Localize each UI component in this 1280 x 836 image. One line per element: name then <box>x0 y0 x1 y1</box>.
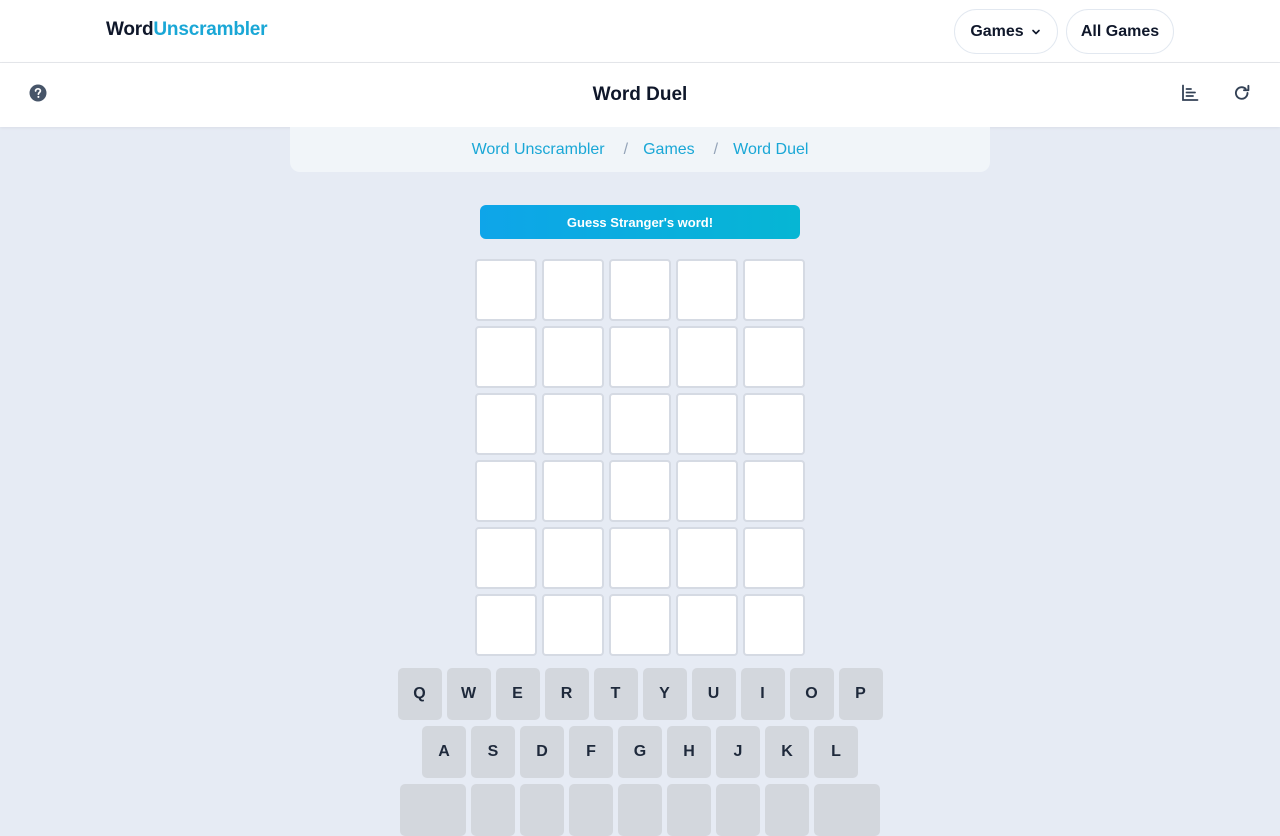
board-tile <box>609 393 671 455</box>
guess-board <box>475 259 806 656</box>
board-tile <box>475 393 537 455</box>
key-j[interactable]: J <box>716 726 760 778</box>
key-g[interactable]: G <box>618 726 662 778</box>
logo-word: Word <box>106 19 154 40</box>
site-header: WordUnscrambler Games All Games <box>0 0 1280 63</box>
keyboard-key[interactable] <box>667 784 711 836</box>
board-tile <box>609 259 671 321</box>
chevron-down-icon <box>1030 26 1042 38</box>
key-d[interactable]: D <box>520 726 564 778</box>
turn-banner-text: Guess Stranger's word! <box>566 214 714 230</box>
key-f[interactable]: F <box>569 726 613 778</box>
keyboard-key[interactable] <box>765 784 809 836</box>
key-y[interactable]: Y <box>642 668 687 720</box>
breadcrumb-word-unscrambler[interactable]: Word Unscrambler <box>472 141 605 159</box>
board-tile <box>743 393 805 455</box>
board-tile <box>676 259 738 321</box>
keyboard-row-2: A S D F G H J K L <box>0 726 1280 778</box>
board-tile <box>542 460 604 522</box>
games-label: Games <box>970 22 1024 40</box>
board-tile <box>676 393 738 455</box>
game-title: Word Duel <box>592 84 688 105</box>
key-p[interactable]: P <box>838 668 883 720</box>
key-r[interactable]: R <box>544 668 589 720</box>
board-tile <box>609 460 671 522</box>
site-logo[interactable]: WordUnscrambler <box>106 19 268 41</box>
keyboard-key[interactable] <box>618 784 662 836</box>
keyboard-row-1: Q W E R T Y U I O P <box>0 668 1280 720</box>
all-games-button[interactable]: All Games <box>1066 9 1174 54</box>
keyboard-key[interactable] <box>716 784 760 836</box>
breadcrumb-word-duel[interactable]: Word Duel <box>733 141 808 159</box>
keyboard-row-3 <box>0 784 1280 836</box>
board-tile <box>609 527 671 589</box>
statistics-button[interactable] <box>1178 83 1202 107</box>
breadcrumb-games[interactable]: Games <box>643 141 695 159</box>
game-toolbar: Word Duel <box>0 63 1280 127</box>
refresh-icon <box>1232 83 1252 108</box>
board-tile <box>542 259 604 321</box>
board-tile <box>542 594 604 656</box>
board-tile <box>475 259 537 321</box>
board-tile <box>542 393 604 455</box>
board-tile <box>743 594 805 656</box>
key-h[interactable]: H <box>667 726 711 778</box>
board-tile <box>542 527 604 589</box>
key-s[interactable]: S <box>471 726 515 778</box>
logo-unscrambler: Unscrambler <box>153 19 268 40</box>
breadcrumb-separator: / <box>713 140 719 158</box>
key-o[interactable]: O <box>789 668 834 720</box>
board-tile <box>609 594 671 656</box>
key-q[interactable]: Q <box>397 668 442 720</box>
keyboard-key[interactable] <box>471 784 515 836</box>
key-w[interactable]: W <box>446 668 491 720</box>
board-tile <box>743 326 805 388</box>
key-backspace[interactable] <box>814 784 880 836</box>
key-k[interactable]: K <box>765 726 809 778</box>
key-u[interactable]: U <box>691 668 736 720</box>
board-tile <box>475 594 537 656</box>
key-t[interactable]: T <box>593 668 638 720</box>
board-tile <box>743 527 805 589</box>
games-dropdown-button[interactable]: Games <box>954 9 1058 54</box>
board-tile <box>475 326 537 388</box>
keyboard-key[interactable] <box>569 784 613 836</box>
board-tile <box>743 259 805 321</box>
breadcrumb: Word Unscrambler / Games / Word Duel <box>290 127 990 172</box>
key-l[interactable]: L <box>814 726 858 778</box>
board-tile <box>475 460 537 522</box>
board-tile <box>676 594 738 656</box>
board-tile <box>542 326 604 388</box>
key-enter[interactable] <box>400 784 466 836</box>
board-tile <box>676 460 738 522</box>
turn-banner: Guess Stranger's word! <box>480 205 800 239</box>
all-games-label: All Games <box>1080 22 1160 40</box>
breadcrumb-separator: / <box>623 140 629 158</box>
board-tile <box>475 527 537 589</box>
restart-button[interactable] <box>1230 83 1254 107</box>
board-tile <box>609 326 671 388</box>
key-e[interactable]: E <box>495 668 540 720</box>
bar-chart-icon <box>1180 83 1200 108</box>
keyboard-key[interactable] <box>520 784 564 836</box>
key-a[interactable]: A <box>422 726 466 778</box>
board-tile <box>676 326 738 388</box>
board-tile <box>676 527 738 589</box>
board-tile <box>743 460 805 522</box>
key-i[interactable]: I <box>740 668 785 720</box>
